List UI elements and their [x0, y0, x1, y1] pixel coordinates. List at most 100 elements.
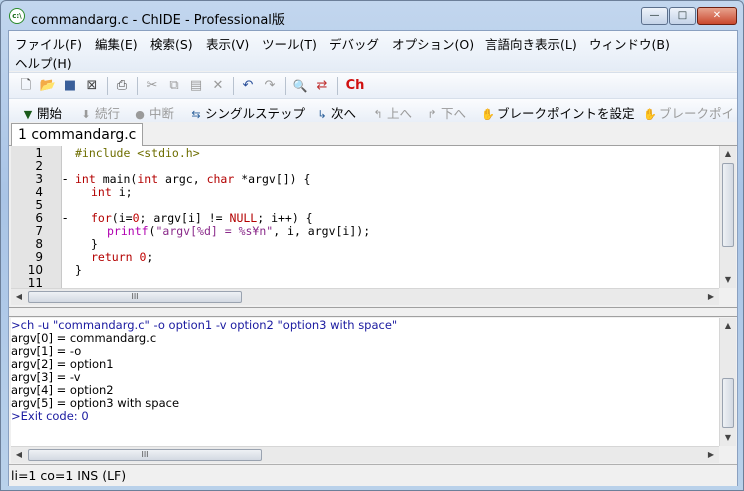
keyword: NULL — [229, 211, 258, 225]
paste-icon[interactable]: ▤ — [187, 77, 205, 95]
minimize-button[interactable]: — — [641, 7, 668, 25]
menu-view[interactable]: 表示(V) — [206, 34, 249, 53]
abort-label: 中断 — [149, 106, 175, 121]
keyword: return — [91, 250, 133, 264]
replace-icon[interactable]: ⇄ — [313, 77, 331, 95]
code-line: #include <stdio.h> — [75, 147, 200, 160]
code-text: ; i++) { — [257, 211, 313, 225]
scroll-thumb[interactable]: III — [28, 291, 242, 303]
cut-icon[interactable]: ✂ — [143, 77, 161, 95]
code-editor[interactable]: 1 2 3 4 5 6 7 8 9 10 11 - - #include <st… — [11, 146, 719, 288]
function-name: printf — [107, 224, 149, 238]
open-folder-icon[interactable]: 📂 — [39, 77, 57, 95]
clear-breakpoint-button[interactable]: ✋ ブレークポイ — [643, 103, 734, 122]
title-bar[interactable]: c:\ commandarg.c - ChIDE - Professional版… — [1, 1, 743, 31]
find-icon[interactable]: 🔍 — [291, 77, 309, 95]
close-button[interactable]: ✕ — [697, 7, 737, 25]
scroll-left-icon[interactable]: ◀ — [11, 289, 27, 305]
menu-debug[interactable]: デバッグ — [329, 34, 379, 53]
app-window: c:\ commandarg.c - ChIDE - Professional版… — [0, 0, 744, 491]
scroll-up-icon[interactable]: ▲ — [720, 146, 736, 162]
single-step-icon: ⇆ — [191, 108, 201, 121]
menu-bar: ファイル(F) 編集(E) 検索(S) 表示(V) ツール(T) デバッグ オプ… — [9, 31, 737, 71]
start-label: 開始 — [37, 106, 63, 121]
client-area: ファイル(F) 編集(E) 検索(S) 表示(V) ツール(T) デバッグ オプ… — [8, 30, 738, 486]
close-file-icon[interactable]: ⊠ — [83, 77, 101, 95]
redo-icon[interactable]: ↷ — [261, 77, 279, 95]
main-toolbar: 🗋 📂 ■ ⊠ ⎙ ✂ ⧉ ▤ ✕ ↶ ↷ 🔍 ⇄ Ch — [9, 72, 737, 99]
menu-tools[interactable]: ツール(T) — [262, 34, 317, 53]
toolbar-separator — [233, 77, 234, 95]
menu-language[interactable]: 言語向き表示(L) — [485, 34, 577, 53]
abort-icon: ● — [135, 108, 145, 121]
scroll-right-icon[interactable]: ▶ — [703, 289, 719, 305]
code-line: return 0; — [91, 251, 153, 264]
scroll-down-icon[interactable]: ▼ — [720, 272, 736, 288]
menu-options[interactable]: オプション(O) — [392, 34, 474, 53]
pane-splitter[interactable] — [9, 307, 737, 317]
clear-breakpoint-label: ブレークポイ — [659, 106, 735, 121]
code-text: (i= — [111, 211, 133, 225]
number-literal: 0 — [132, 211, 140, 225]
keyword: int — [75, 172, 96, 186]
next-button[interactable]: ↳ 次へ — [315, 103, 356, 122]
debug-toolbar: ▼ 開始 ⬇ 続行 ● 中断 ⇆ シングルステップ ↳ 次へ ↰ 上へ ↱ 下へ ✋ ブレークポ… — [9, 98, 737, 123]
code-text: ; — [146, 250, 154, 264]
code-line: printf("argv[%d] = %s¥n", i, argv[i]); — [107, 225, 370, 238]
string-literal: "argv[%d] = %s¥n" — [155, 224, 274, 238]
fold-marker[interactable]: - — [63, 173, 67, 186]
down-icon: ↱ — [427, 108, 437, 121]
status-bar: li=1 co=1 INS (LF) — [9, 464, 737, 486]
set-breakpoint-label: ブレークポイントを設定 — [497, 106, 635, 121]
scroll-left-icon[interactable]: ◀ — [11, 447, 27, 463]
copy-icon[interactable]: ⧉ — [165, 77, 183, 95]
undo-icon[interactable]: ↶ — [239, 77, 257, 95]
chide-app-icon: c:\ — [9, 8, 25, 24]
set-breakpoint-button[interactable]: ✋ ブレークポイントを設定 — [481, 103, 635, 122]
single-step-button[interactable]: ⇆ シングルステップ — [189, 103, 305, 122]
continue-button[interactable]: ⬇ 続行 — [79, 103, 120, 122]
start-button[interactable]: ▼ 開始 — [21, 103, 62, 122]
continue-icon: ⬇ — [81, 108, 91, 121]
down-button[interactable]: ↱ 下へ — [425, 103, 466, 122]
output-vertical-scrollbar[interactable]: ▲ ▼ — [719, 318, 736, 446]
tab-commandarg[interactable]: 1 commandarg.c — [11, 123, 144, 146]
code-text: } — [91, 237, 98, 251]
next-label: 次へ — [331, 106, 357, 121]
output-line: >Exit code: 0 — [11, 409, 89, 423]
scroll-thumb[interactable] — [722, 163, 734, 247]
scroll-right-icon[interactable]: ▶ — [703, 447, 719, 463]
menu-edit[interactable]: 編集(E) — [95, 34, 138, 53]
code-line: int i; — [91, 186, 133, 199]
output-pane[interactable]: >ch -u "commandarg.c" -o option1 -v opti… — [11, 318, 719, 446]
start-icon: ▼ — [23, 108, 33, 121]
print-icon[interactable]: ⎙ — [113, 77, 131, 95]
output-horizontal-scrollbar[interactable]: ◀ III ▶ — [11, 446, 719, 463]
ch-run-icon[interactable]: Ch — [343, 77, 367, 95]
editor-horizontal-scrollbar[interactable]: ◀ III ▶ — [11, 288, 719, 305]
menu-search[interactable]: 検索(S) — [150, 34, 193, 53]
keyword: for — [91, 211, 112, 225]
save-icon[interactable]: ■ — [61, 77, 79, 95]
line-number: 11 — [27, 276, 43, 289]
fold-marker[interactable]: - — [63, 212, 67, 225]
number-literal: 0 — [132, 250, 147, 264]
scroll-thumb[interactable]: III — [28, 449, 262, 461]
menu-help[interactable]: ヘルプ(H) — [15, 53, 72, 72]
scroll-up-icon[interactable]: ▲ — [720, 318, 736, 334]
code-text: main( — [95, 172, 138, 186]
editor-vertical-scrollbar[interactable]: ▲ ▼ — [719, 146, 736, 288]
keyword: int — [91, 185, 112, 199]
down-label: 下へ — [441, 106, 467, 121]
menu-window[interactable]: ウィンドウ(B) — [589, 34, 670, 53]
maximize-button[interactable]: □ — [669, 7, 696, 25]
scroll-down-icon[interactable]: ▼ — [720, 430, 736, 446]
abort-button[interactable]: ● 中断 — [133, 103, 174, 122]
new-file-icon[interactable]: 🗋 — [17, 77, 35, 95]
delete-icon[interactable]: ✕ — [209, 77, 227, 95]
code-text: *argv[]) { — [234, 172, 311, 186]
menu-file[interactable]: ファイル(F) — [15, 34, 82, 53]
up-button[interactable]: ↰ 上へ — [371, 103, 412, 122]
scroll-thumb[interactable] — [722, 378, 734, 428]
status-text: li=1 co=1 INS (LF) — [11, 468, 127, 483]
